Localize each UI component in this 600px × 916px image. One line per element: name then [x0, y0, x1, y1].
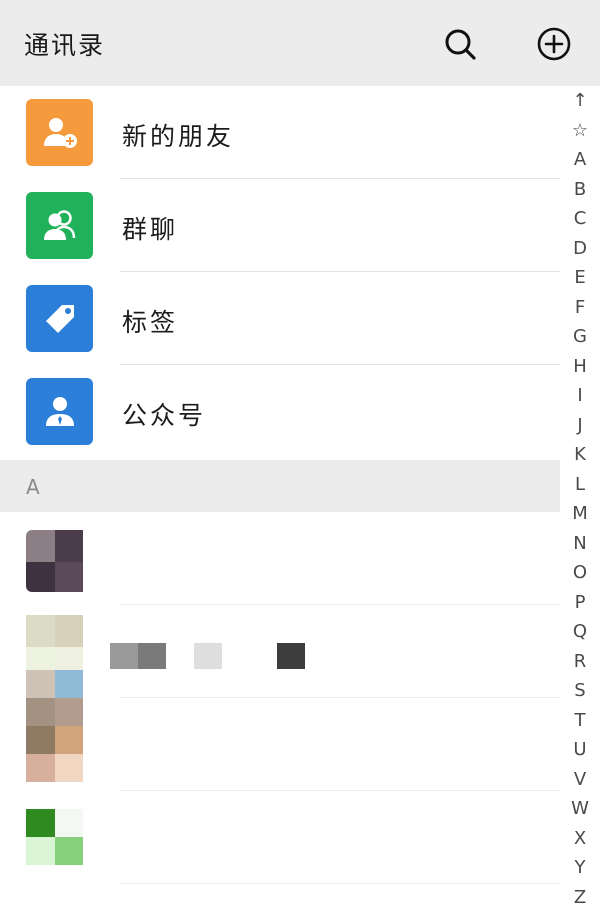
index-letter[interactable]: Q [560, 621, 600, 643]
avatar [26, 615, 83, 677]
menu-item-official-accounts[interactable]: 公众号 [0, 365, 560, 458]
section-header: A [0, 460, 560, 512]
menu-item-label: 标签 [122, 308, 179, 337]
index-letter[interactable]: Z [560, 887, 600, 909]
index-letter[interactable]: ↑ [560, 90, 600, 112]
index-letter[interactable]: B [560, 179, 600, 201]
section-letter: A [26, 475, 40, 499]
group-chats-icon-box [26, 192, 93, 259]
index-letter[interactable]: G [560, 326, 600, 348]
index-letter[interactable]: A [560, 149, 600, 171]
divider [120, 883, 560, 884]
menu-item-tags[interactable]: 标签 [0, 272, 560, 365]
index-letter[interactable]: U [560, 739, 600, 761]
blurred-name [110, 643, 138, 669]
index-letter[interactable]: W [560, 798, 600, 820]
index-letter[interactable]: J [560, 415, 600, 437]
blurred-name [277, 643, 305, 669]
index-letter[interactable]: R [560, 651, 600, 673]
index-letter[interactable]: T [560, 710, 600, 732]
new-friends-icon-box [26, 99, 93, 166]
alphabet-index[interactable]: ↑ ☆ A B C D E F G H I J K L M N O P Q R S T U V W X Y Z [560, 88, 600, 916]
menu-item-new-friends[interactable]: 新的朋友 [0, 86, 560, 179]
index-letter[interactable]: L [560, 474, 600, 496]
index-letter[interactable]: D [560, 238, 600, 260]
contact-row[interactable] [0, 605, 560, 698]
index-letter[interactable]: Y [560, 857, 600, 879]
plus-circle-icon [537, 27, 571, 61]
index-letter[interactable]: X [560, 828, 600, 850]
index-letter[interactable]: C [560, 208, 600, 230]
index-letter[interactable]: S [560, 680, 600, 702]
avatar [26, 530, 83, 594]
index-letter[interactable]: V [560, 769, 600, 791]
search-button[interactable] [442, 26, 478, 62]
official-account-icon [45, 396, 74, 426]
tag-icon [45, 304, 74, 333]
index-letter[interactable]: E [560, 267, 600, 289]
index-letter[interactable]: M [560, 503, 600, 525]
add-button[interactable] [536, 26, 572, 62]
blurred-name [194, 643, 222, 669]
avatar [26, 670, 83, 782]
menu-item-group-chats[interactable]: 群聊 [0, 179, 560, 272]
top-bar: 通讯录 [0, 0, 600, 86]
add-friend-icon [43, 117, 77, 148]
index-letter[interactable]: ☆ [560, 120, 600, 142]
menu-item-label: 公众号 [122, 401, 207, 430]
index-letter[interactable]: I [560, 385, 600, 407]
index-letter[interactable]: O [560, 562, 600, 584]
avatar [26, 809, 83, 865]
group-chat-icon [43, 209, 75, 240]
contact-row[interactable] [0, 670, 560, 791]
contact-row[interactable] [0, 791, 560, 884]
contact-row[interactable] [0, 512, 560, 605]
index-letter[interactable]: P [560, 592, 600, 614]
index-letter[interactable]: N [560, 533, 600, 555]
search-icon [445, 29, 476, 60]
official-accounts-icon-box [26, 378, 93, 445]
menu-item-label: 新的朋友 [122, 122, 235, 151]
index-letter[interactable]: F [560, 297, 600, 319]
menu-item-label: 群聊 [122, 215, 179, 244]
page-title: 通讯录 [24, 31, 106, 60]
index-letter[interactable]: H [560, 356, 600, 378]
blurred-name [138, 643, 166, 669]
index-letter[interactable]: K [560, 444, 600, 466]
tags-icon-box [26, 285, 93, 352]
